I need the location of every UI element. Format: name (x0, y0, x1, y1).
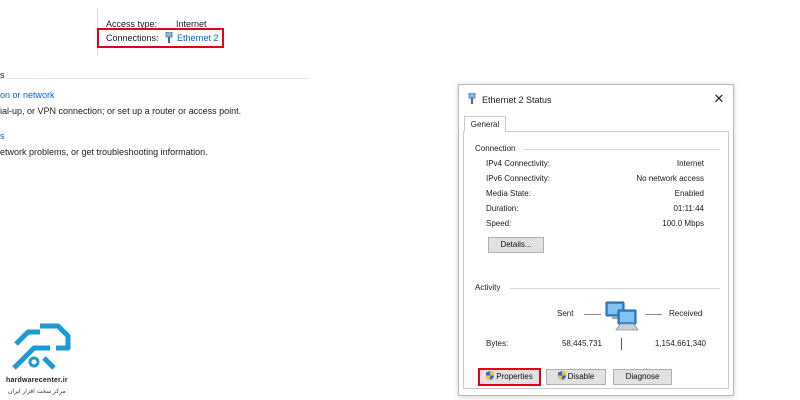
ipv4-connectivity-value: Internet (676, 159, 704, 168)
bytes-separator (621, 338, 622, 350)
uac-shield-icon (557, 371, 566, 380)
properties-button-label: Properties (496, 372, 533, 381)
close-icon: ✕ (713, 91, 725, 106)
logo-text: hardwarecenter.ir (6, 377, 68, 384)
ethernet-plug-icon (165, 32, 173, 43)
activity-group-label: Activity (475, 283, 501, 292)
sent-label: Sent (557, 309, 574, 318)
received-line (645, 314, 662, 315)
bytes-sent-value: 58,445,731 (561, 339, 602, 348)
bytes-label: Bytes: (486, 339, 509, 348)
dialog-title: Ethernet 2 Status (482, 95, 552, 105)
uac-shield-icon (486, 371, 495, 380)
details-button[interactable]: Details... (488, 237, 544, 253)
media-state-value: Enabled (674, 189, 704, 198)
tab-general[interactable]: General (464, 116, 506, 132)
speed-label: Speed: (486, 219, 512, 228)
network-computers-icon (605, 301, 639, 331)
close-button[interactable]: ✕ (711, 91, 727, 107)
speed-value: 100.0 Mbps (662, 219, 704, 228)
hardwarecenter-logo (12, 323, 71, 370)
troubleshoot-description: etwork problems, or get troubleshooting … (0, 147, 208, 157)
disable-button[interactable]: Disable (546, 369, 606, 385)
ipv6-connectivity-label: IPv6 Connectivity: (486, 174, 551, 183)
setup-connection-link[interactable]: on or network (0, 90, 55, 100)
ethernet-plug-icon (468, 93, 476, 104)
connection-group-divider (524, 149, 720, 150)
sent-line (584, 314, 601, 315)
ethernet-connection-link[interactable]: Ethernet 2 (165, 32, 219, 43)
setup-connection-description: ial-up, or VPN connection; or set up a r… (0, 106, 242, 116)
bytes-received-value: 1,154,661,340 (654, 339, 706, 348)
connection-group-label: Connection (475, 144, 516, 153)
received-label: Received (669, 309, 703, 318)
disable-button-label: Disable (567, 372, 595, 381)
properties-button[interactable]: Properties (478, 368, 541, 386)
ipv6-connectivity-value: No network access (636, 174, 704, 183)
activity-group-divider (510, 288, 720, 289)
logo-subtitle: مرکز سخت افزار ایران (8, 389, 66, 395)
general-tab-panel: Connection IPv4 Connectivity: Internet I… (463, 131, 729, 389)
media-state-label: Media State: (486, 189, 531, 198)
duration-value: 01:11:44 (673, 204, 704, 213)
ipv4-connectivity-label: IPv4 Connectivity: (486, 159, 551, 168)
section-divider (0, 78, 308, 79)
ethernet-status-dialog: Ethernet 2 Status ✕ General Connection I… (458, 84, 734, 396)
diagnose-button[interactable]: Diagnose (613, 369, 672, 385)
duration-label: Duration: (486, 204, 519, 213)
troubleshoot-link[interactable]: s (0, 131, 5, 141)
connections-label: Connections: (106, 33, 159, 43)
ethernet-connection-link-label: Ethernet 2 (177, 32, 219, 43)
